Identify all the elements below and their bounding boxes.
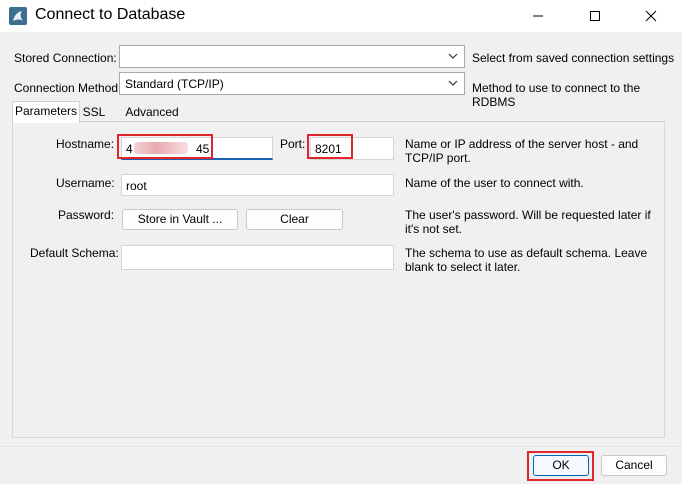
default-schema-hint: The schema to use as default schema. Lea…	[405, 246, 648, 274]
password-label: Password:	[58, 208, 115, 222]
footer-divider	[0, 446, 682, 447]
store-in-vault-button[interactable]: Store in Vault ...	[122, 209, 238, 230]
connection-method-select[interactable]: Standard (TCP/IP)	[119, 72, 465, 95]
port-label: Port:	[280, 137, 306, 151]
tab-divider	[12, 121, 665, 122]
stored-connection-hint: Select from saved connection settings	[472, 51, 675, 65]
default-schema-label: Default Schema:	[30, 246, 119, 260]
mysql-dolphin-icon	[8, 6, 28, 26]
default-schema-input[interactable]	[121, 245, 394, 270]
connection-method-value: Standard (TCP/IP)	[125, 77, 224, 91]
tab-ssl[interactable]: SSL	[80, 103, 108, 121]
ok-highlight-box	[527, 451, 594, 481]
clear-password-button[interactable]: Clear	[246, 209, 343, 230]
connection-method-label: Connection Method:	[14, 81, 122, 95]
chevron-down-icon	[448, 53, 458, 59]
password-hint: The user's password. Will be requested l…	[405, 208, 651, 236]
hostname-highlight-box	[117, 134, 213, 159]
username-input[interactable]: root	[121, 174, 394, 196]
window-title: Connect to Database	[35, 6, 186, 23]
hostname-label: Hostname:	[56, 137, 115, 151]
cancel-button[interactable]: Cancel	[601, 455, 667, 476]
close-icon	[645, 10, 657, 22]
port-highlight-box	[307, 134, 353, 159]
minimize-icon	[533, 15, 543, 17]
close-button[interactable]	[628, 0, 674, 32]
stored-connection-label: Stored Connection:	[14, 51, 117, 65]
maximize-icon	[590, 11, 600, 21]
username-hint: Name of the user to connect with.	[405, 176, 584, 190]
stored-connection-select[interactable]	[119, 45, 465, 68]
chevron-down-icon	[448, 80, 458, 86]
hostname-hint: Name or IP address of the server host - …	[405, 137, 639, 165]
tab-advanced[interactable]: Advanced	[122, 103, 182, 121]
minimize-button[interactable]	[515, 0, 561, 32]
maximize-button[interactable]	[572, 0, 618, 32]
connection-method-hint: Method to use to connect to the RDBMS	[472, 81, 641, 109]
tab-parameters[interactable]: Parameters	[12, 101, 80, 123]
parameters-panel	[12, 121, 665, 438]
username-value: root	[126, 179, 147, 193]
username-label: Username:	[56, 176, 115, 190]
